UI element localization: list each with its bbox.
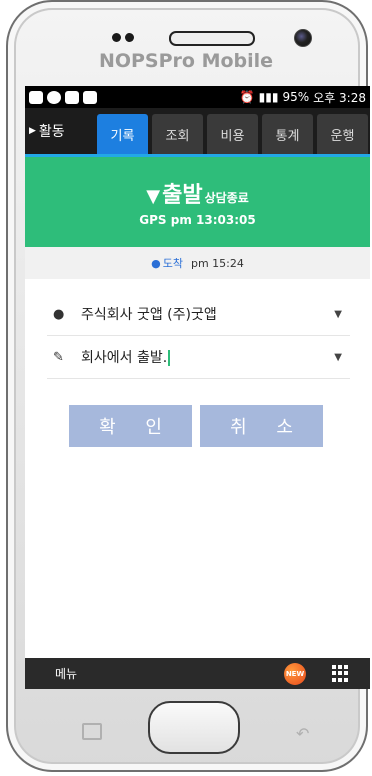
- record-form: ● 주식회사 굿앱 (주)굿앱 ▼ ✎ 회사에서 출발. ▼: [25, 279, 370, 379]
- talk-icon: [47, 90, 61, 104]
- arrival-row: ● 도착 pm 15:24: [25, 247, 370, 279]
- notification-icon: [65, 90, 79, 104]
- memo-wrap: 회사에서 출발.: [81, 347, 334, 367]
- tab-expense[interactable]: 비용: [207, 114, 258, 154]
- location-pin-icon: ▼: [146, 186, 161, 207]
- pencil-icon: ✎: [53, 349, 64, 365]
- home-button[interactable]: [148, 701, 240, 754]
- battery-level: 95%: [282, 90, 310, 104]
- recent-apps-key[interactable]: [82, 723, 102, 740]
- activity-label: 활동: [38, 124, 65, 140]
- back-key[interactable]: ↶: [296, 724, 309, 743]
- triangle-right-icon: ▶: [29, 126, 36, 136]
- text-cursor: [168, 350, 171, 366]
- chevron-down-icon: ▼: [334, 308, 342, 320]
- notification-icon: [29, 90, 43, 104]
- sensor-dot: [125, 33, 134, 42]
- tab-drive[interactable]: 운행: [317, 114, 368, 154]
- status-right: ⏰ ▮▮▮ 95% 오후 3:28: [240, 89, 366, 106]
- tab-record[interactable]: 기록: [97, 114, 148, 154]
- tab-search[interactable]: 조회: [152, 114, 203, 154]
- memo-field[interactable]: ✎ 회사에서 출발. ▼: [47, 336, 350, 379]
- activity-menu[interactable]: ▶ 활동: [25, 108, 95, 154]
- arrival-badge: ● 도착: [151, 255, 183, 271]
- alarm-icon: ⏰: [239, 90, 255, 104]
- banner-title: ▼ 출발 상담종료: [25, 157, 370, 209]
- company-value: 주식회사 굿앱 (주)굿앱: [81, 307, 217, 323]
- person-icon: ●: [53, 306, 65, 322]
- apps-grid-icon[interactable]: [332, 664, 350, 683]
- image-icon: [83, 90, 97, 104]
- device-brand: NOPSPro Mobile: [98, 50, 274, 72]
- earpiece-speaker: [169, 31, 255, 46]
- chevron-down-icon: ▼: [334, 351, 342, 363]
- action-buttons: 확 인 취 소: [25, 379, 370, 447]
- tab-bar: ▶ 활동 기록 조회 비용 통계 운행: [25, 108, 370, 154]
- confirm-button[interactable]: 확 인: [69, 405, 192, 447]
- status-bar: ⏰ ▮▮▮ 95% 오후 3:28: [25, 86, 370, 108]
- new-badge[interactable]: NEW: [284, 662, 306, 685]
- sensor-dot: [112, 33, 121, 42]
- notification-icons: [29, 90, 97, 104]
- app-screen: ⏰ ▮▮▮ 95% 오후 3:28 ▶ 활동 기록 조회 비용 통계 운행 ▼ …: [25, 86, 370, 689]
- menu-button[interactable]: 메뉴: [55, 665, 77, 682]
- gps-time: GPS pm 13:03:05: [139, 213, 256, 227]
- arrival-time: pm 15:24: [190, 256, 244, 270]
- consult-end-label: 상담종료: [204, 191, 249, 205]
- arrival-label: 도착: [162, 257, 183, 270]
- company-select[interactable]: ● 주식회사 굿앱 (주)굿앱 ▼: [47, 293, 350, 336]
- front-camera: [294, 29, 312, 47]
- status-banner: ▼ 출발 상담종료 GPS pm 13:03:05: [25, 157, 370, 247]
- signal-icon: ▮▮▮: [258, 90, 279, 104]
- bottom-bar: 메뉴 NEW: [25, 658, 370, 689]
- cancel-button[interactable]: 취 소: [200, 405, 323, 447]
- departure-label: 출발: [162, 183, 203, 208]
- memo-value: 회사에서 출발.: [81, 350, 168, 366]
- clock: 오후 3:28: [313, 90, 366, 105]
- tab-stats[interactable]: 통계: [262, 114, 313, 154]
- location-pin-icon: ●: [151, 256, 161, 270]
